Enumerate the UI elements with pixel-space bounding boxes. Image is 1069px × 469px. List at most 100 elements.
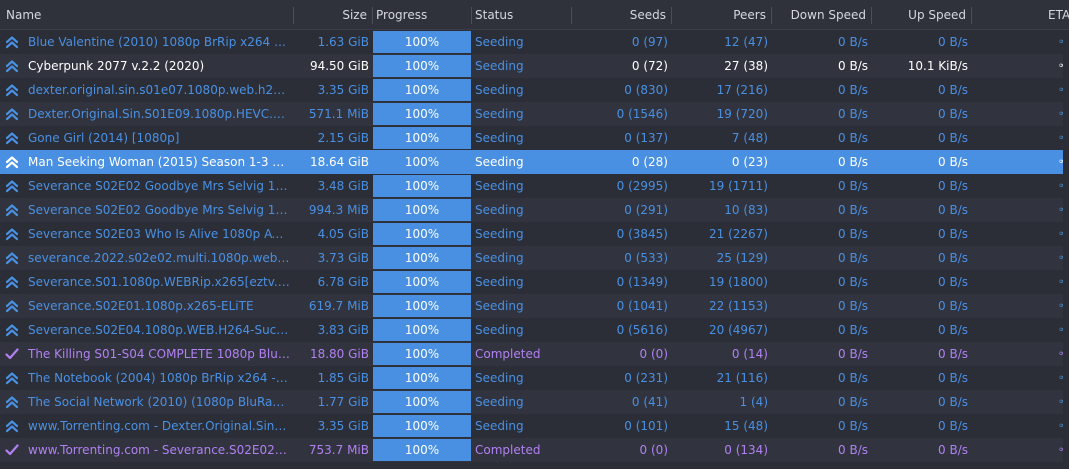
torrent-status: Seeding bbox=[475, 251, 524, 265]
torrent-down-speed: 0 B/s bbox=[838, 275, 868, 289]
torrent-seeds: 0 (1041) bbox=[616, 299, 668, 313]
torrent-status: Seeding bbox=[475, 155, 524, 169]
torrent-name: The Notebook (2004) 1080p BrRip x264 - Y… bbox=[28, 371, 293, 385]
table-row[interactable]: Severance S02E02 Goodbye Mrs Selvig 1080… bbox=[0, 174, 1066, 198]
torrent-up-speed: 0 B/s bbox=[938, 227, 968, 241]
torrent-status: Seeding bbox=[475, 395, 524, 409]
torrent-size: 3.73 GiB bbox=[317, 251, 369, 265]
progress-bar: 100% bbox=[373, 199, 471, 221]
torrent-up-speed: 0 B/s bbox=[938, 419, 968, 433]
torrent-peers: 7 (48) bbox=[731, 131, 768, 145]
torrent-peers: 19 (1800) bbox=[709, 275, 768, 289]
torrent-seeds: 0 (72) bbox=[631, 59, 668, 73]
progress-bar: 100% bbox=[373, 79, 471, 101]
progress-bar: 100% bbox=[373, 247, 471, 269]
torrent-progress: 100% bbox=[373, 102, 471, 126]
torrent-size: 571.1 MiB bbox=[308, 107, 369, 121]
table-row[interactable]: The Social Network (2010) (1080p BluRay … bbox=[0, 390, 1066, 414]
column-header-size[interactable]: Size bbox=[294, 0, 371, 29]
torrent-peers: 15 (48) bbox=[724, 419, 768, 433]
torrent-progress: 100% bbox=[373, 414, 471, 438]
torrent-down-speed: 0 B/s bbox=[838, 35, 868, 49]
column-header-seeds[interactable]: Seeds bbox=[571, 0, 670, 29]
torrent-progress: 100% bbox=[373, 174, 471, 198]
torrent-up-speed: 10.1 KiB/s bbox=[907, 59, 968, 73]
torrent-size: 18.64 GiB bbox=[309, 155, 369, 169]
seeding-chevrons-icon bbox=[5, 227, 19, 241]
table-row[interactable]: The Notebook (2004) 1080p BrRip x264 - Y… bbox=[0, 366, 1066, 390]
torrent-name: Man Seeking Woman (2015) Season 1-3 S01-… bbox=[28, 155, 293, 169]
torrent-size: 3.83 GiB bbox=[317, 323, 369, 337]
progress-bar: 100% bbox=[373, 319, 471, 341]
table-row[interactable]: Man Seeking Woman (2015) Season 1-3 S01-… bbox=[0, 150, 1066, 174]
torrent-down-speed: 0 B/s bbox=[838, 299, 868, 313]
column-header-name[interactable]: Name bbox=[2, 0, 292, 29]
table-row[interactable]: Cyberpunk 2077 v.2.2 (2020) 94.50 GiB 100%… bbox=[0, 54, 1066, 78]
column-divider[interactable] bbox=[971, 7, 972, 24]
table-row[interactable]: Severance.S02E01.1080p.x265-ELiTE 619.7 M… bbox=[0, 294, 1066, 318]
torrent-seeds: 0 (0) bbox=[639, 443, 668, 457]
torrent-status: Completed bbox=[475, 347, 541, 361]
torrent-seeds: 0 (830) bbox=[624, 83, 668, 97]
table-row[interactable]: dexter.original.sin.s01e07.1080p.web.h26… bbox=[0, 78, 1066, 102]
seeding-chevrons-icon bbox=[5, 107, 19, 121]
torrent-down-speed: 0 B/s bbox=[838, 323, 868, 337]
column-header-eta[interactable]: ETA bbox=[1044, 0, 1069, 29]
seeding-chevrons-icon bbox=[5, 83, 19, 97]
torrent-up-speed: 0 B/s bbox=[938, 107, 968, 121]
progress-bar: 100% bbox=[373, 55, 471, 77]
table-row[interactable]: The Killing S01-S04 COMPLETE 1080p BluRa… bbox=[0, 342, 1066, 366]
table-row[interactable]: Blue Valentine (2010) 1080p BrRip x264 -… bbox=[0, 30, 1066, 54]
progress-bar: 100% bbox=[373, 391, 471, 413]
torrent-down-speed: 0 B/s bbox=[838, 347, 868, 361]
torrent-status: Seeding bbox=[475, 203, 524, 217]
table-row[interactable]: www.Torrenting.com - Severance.S02E02.Go… bbox=[0, 438, 1066, 462]
column-header-down-speed[interactable]: Down Speed bbox=[771, 0, 870, 29]
torrent-name: Severance.S02E01.1080p.x265-ELiTE bbox=[28, 299, 254, 313]
table-row[interactable]: Severance.S02E04.1080p.WEB.H264-Successf… bbox=[0, 318, 1066, 342]
column-header-status[interactable]: Status bbox=[471, 0, 570, 29]
torrent-table: Name Size Progress Status Seeds Peers Do… bbox=[0, 0, 1069, 469]
progress-bar: 100% bbox=[373, 151, 471, 173]
seeding-chevrons-icon bbox=[5, 275, 19, 289]
torrent-size: 94.50 GiB bbox=[309, 59, 369, 73]
torrent-seeds: 0 (101) bbox=[624, 419, 668, 433]
torrent-seeds: 0 (28) bbox=[631, 155, 668, 169]
table-row[interactable]: severance.2022.s02e02.multi.1080p.web.h2… bbox=[0, 246, 1066, 270]
table-row[interactable]: Dexter.Original.Sin.S01E09.1080p.HEVC.x2… bbox=[0, 102, 1066, 126]
torrent-down-speed: 0 B/s bbox=[838, 227, 868, 241]
torrent-up-speed: 0 B/s bbox=[938, 251, 968, 265]
torrent-down-speed: 0 B/s bbox=[838, 59, 868, 73]
torrent-peers: 19 (720) bbox=[716, 107, 768, 121]
torrent-size: 18.80 GiB bbox=[309, 347, 369, 361]
torrent-up-speed: 0 B/s bbox=[938, 275, 968, 289]
torrent-size: 1.85 GiB bbox=[317, 371, 369, 385]
column-header-up-speed[interactable]: Up Speed bbox=[871, 0, 970, 29]
torrent-peers: 10 (83) bbox=[724, 203, 768, 217]
torrent-peers: 27 (38) bbox=[724, 59, 768, 73]
torrent-peers: 21 (2267) bbox=[709, 227, 768, 241]
torrent-peers: 25 (129) bbox=[716, 251, 768, 265]
torrent-status: Seeding bbox=[475, 323, 524, 337]
table-row[interactable]: www.Torrenting.com - Dexter.Original.Sin… bbox=[0, 414, 1066, 438]
torrent-seeds: 0 (533) bbox=[624, 251, 668, 265]
seeding-chevrons-icon bbox=[5, 203, 19, 217]
table-row[interactable]: Severance S02E02 Goodbye Mrs Selvig 1080… bbox=[0, 198, 1066, 222]
column-header-progress[interactable]: Progress bbox=[372, 0, 471, 29]
seeding-chevrons-icon bbox=[5, 35, 19, 49]
torrent-name: Gone Girl (2014) [1080p] bbox=[28, 131, 180, 145]
scrollbar-track[interactable] bbox=[1063, 30, 1069, 469]
table-row[interactable]: Severance.S01.1080p.WEBRip.x265[eztv.re]… bbox=[0, 270, 1066, 294]
seeding-chevrons-icon bbox=[5, 395, 19, 409]
torrent-status: Seeding bbox=[475, 131, 524, 145]
progress-bar: 100% bbox=[373, 439, 471, 461]
torrent-name: www.Torrenting.com - Dexter.Original.Sin… bbox=[28, 419, 293, 433]
torrent-down-speed: 0 B/s bbox=[838, 251, 868, 265]
table-row[interactable]: Severance S02E03 Who Is Alive 1080p ATVP… bbox=[0, 222, 1066, 246]
torrent-up-speed: 0 B/s bbox=[938, 179, 968, 193]
torrent-size: 3.35 GiB bbox=[317, 83, 369, 97]
torrent-up-speed: 0 B/s bbox=[938, 347, 968, 361]
column-header-peers[interactable]: Peers bbox=[671, 0, 770, 29]
table-row[interactable]: Gone Girl (2014) [1080p] 2.15 GiB 100% Seed… bbox=[0, 126, 1066, 150]
torrent-progress: 100% bbox=[373, 78, 471, 102]
